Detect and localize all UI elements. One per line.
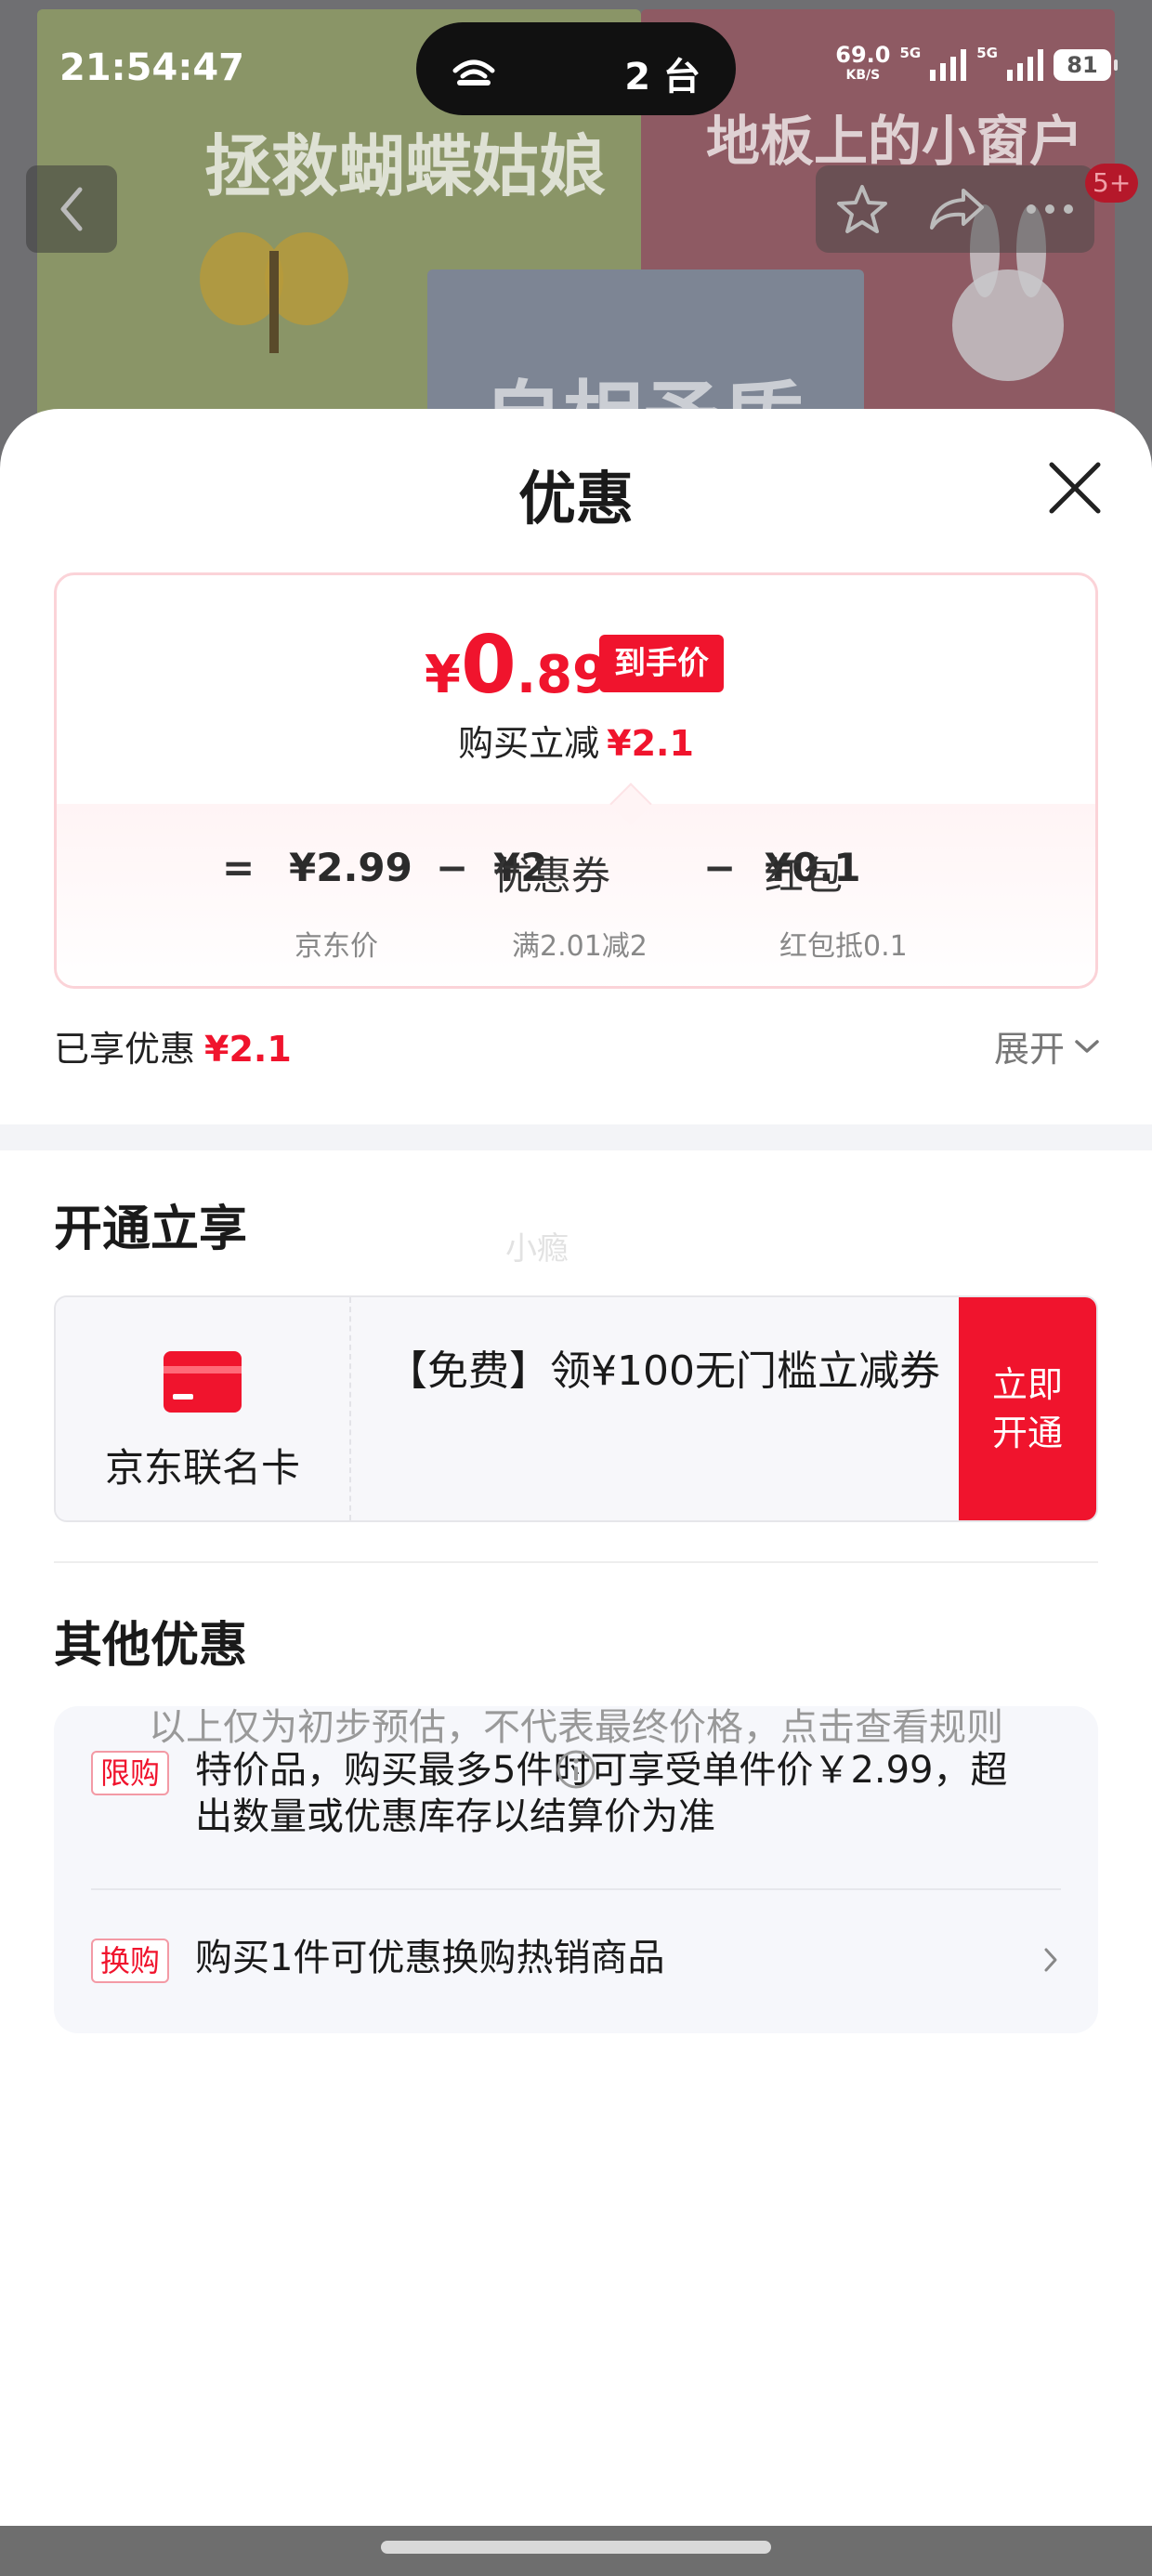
- divider: [54, 1561, 1098, 1563]
- card-offer-description: 【免费】领¥100无门槛立减券: [386, 1347, 940, 1395]
- book-title: 地板上的小窗户: [706, 110, 1084, 173]
- cart-badge: 5+: [1085, 164, 1139, 203]
- network-speed-value: 69.0: [835, 42, 891, 68]
- price-formula-area: = ¥2.99 − 优惠券 ¥2 − 红包 ¥0.1 京东价 满2.01减2 红…: [57, 804, 1095, 986]
- enjoyed-discount: 已享优惠 ¥2.1: [54, 1020, 292, 1071]
- dynamic-island[interactable]: 2 台: [416, 22, 736, 115]
- chevron-down-icon: [1075, 1039, 1099, 1053]
- packet-label: 红包: [765, 853, 844, 899]
- final-price-area: ¥ 0 .89 到手价 购买立减 ¥2.1: [57, 575, 1095, 804]
- network-speed-unit: KB/S: [845, 68, 881, 83]
- card-info: 京东联名卡: [56, 1297, 351, 1520]
- coupon-label: 优惠券: [493, 853, 611, 899]
- status-indicators: 69.0 KB/S 5G 5G 81: [835, 42, 1118, 85]
- enjoyed-amount: ¥2.1: [204, 1029, 292, 1070]
- currency-symbol: ¥: [425, 645, 461, 705]
- star-icon[interactable]: [835, 183, 889, 235]
- price-formula: = ¥2.99 − 优惠券 ¥2 − 红包 ¥0.1: [57, 845, 1095, 900]
- promo-text-limit: 特价品，购买最多5件时可享受单件价￥2.99，超出数量或优惠库存以结算价为准: [195, 1749, 1008, 1838]
- coupon-deduction: 优惠券 ¥2: [493, 845, 610, 899]
- final-price: ¥ 0 .89: [425, 625, 609, 705]
- reduce-amount: ¥2.1: [607, 723, 694, 764]
- share-icon[interactable]: [928, 185, 986, 233]
- signal-icon: [1007, 49, 1043, 81]
- signal-icon: [930, 49, 967, 81]
- coupon-rule: 满2.01减2: [512, 930, 648, 963]
- signal-type-1: 5G: [899, 45, 922, 61]
- network-speed: 69.0 KB/S: [835, 42, 891, 85]
- signal-type-2: 5G: [976, 45, 998, 61]
- discount-sheet: 优惠 ¥ 0 .89 到手价 购买立减 ¥2.1 = ¥2.99 − 优惠券 ¥…: [0, 409, 1152, 2576]
- watermark: 小瘾: [505, 1230, 569, 1268]
- close-icon[interactable]: [1046, 459, 1104, 517]
- chevron-right-icon: [1044, 1948, 1057, 1972]
- promo-text-exchange: 购买1件可优惠换购热销商品: [195, 1937, 665, 1979]
- card-name: 京东联名卡: [104, 1445, 300, 1491]
- expand-label: 展开: [993, 1029, 1065, 1070]
- cobrand-card-offer[interactable]: 京东联名卡 【免费】领¥100无门槛立减券 立即开通: [54, 1295, 1098, 1522]
- reduce-label: 购买立减: [458, 723, 600, 764]
- chevron-left-icon: [60, 187, 83, 231]
- open-now-button[interactable]: 立即开通: [959, 1297, 1096, 1520]
- home-indicator[interactable]: [381, 2541, 771, 2554]
- cast-icon: [452, 59, 495, 85]
- book-title: 拯救蝴蝶姑娘: [204, 127, 607, 205]
- coupon-page: 拯救蝴蝶姑娘 地板上的小窗户 自相矛盾 21:54:47: [0, 0, 1152, 2576]
- more-icon[interactable]: [1025, 203, 1075, 216]
- instant-reduction: 购买立减 ¥2.1: [57, 715, 1095, 766]
- packet-rule: 红包抵0.1: [779, 930, 908, 963]
- device-count: 2 台: [624, 56, 700, 99]
- open-section-title: 开通立享: [54, 1202, 248, 1257]
- section-divider: [0, 1124, 1152, 1150]
- credit-card-icon: [164, 1351, 242, 1413]
- info-icon[interactable]: [556, 1749, 596, 1790]
- red-packet-deduction: 红包 ¥0.1: [765, 845, 861, 899]
- formula-minus: −: [703, 845, 737, 890]
- divider: [91, 1888, 1061, 1890]
- formula-minus: −: [436, 845, 469, 890]
- other-section-title: 其他优惠: [54, 1618, 248, 1674]
- expand-button[interactable]: 展开: [994, 1020, 1100, 1071]
- final-price-integer: 0: [460, 619, 517, 712]
- back-button[interactable]: [26, 165, 117, 253]
- battery-indicator: 81: [1054, 49, 1118, 81]
- price-breakdown-card: ¥ 0 .89 到手价 购买立减 ¥2.1 = ¥2.99 − 优惠券 ¥2 − …: [54, 572, 1098, 989]
- promo-tag-exchange: 换购: [91, 1939, 170, 1983]
- sheet-title: 优惠: [517, 465, 634, 532]
- butterfly-illustration: [200, 232, 348, 353]
- final-price-tag: 到手价: [599, 635, 724, 692]
- promo-tag-limit: 限购: [91, 1751, 170, 1795]
- jd-price-value: ¥2.99: [289, 845, 412, 890]
- status-time: 21:54:47: [59, 46, 244, 89]
- jd-price-label: 京东价: [295, 930, 378, 963]
- disclaimer-link[interactable]: 以上仅为初步预估，不代表最终价格，点击查看规则: [0, 1697, 1152, 1751]
- final-price-decimal: .89: [516, 645, 609, 705]
- formula-equals: =: [222, 845, 255, 890]
- enjoyed-label: 已享优惠: [54, 1029, 196, 1070]
- top-actions: [816, 165, 1094, 253]
